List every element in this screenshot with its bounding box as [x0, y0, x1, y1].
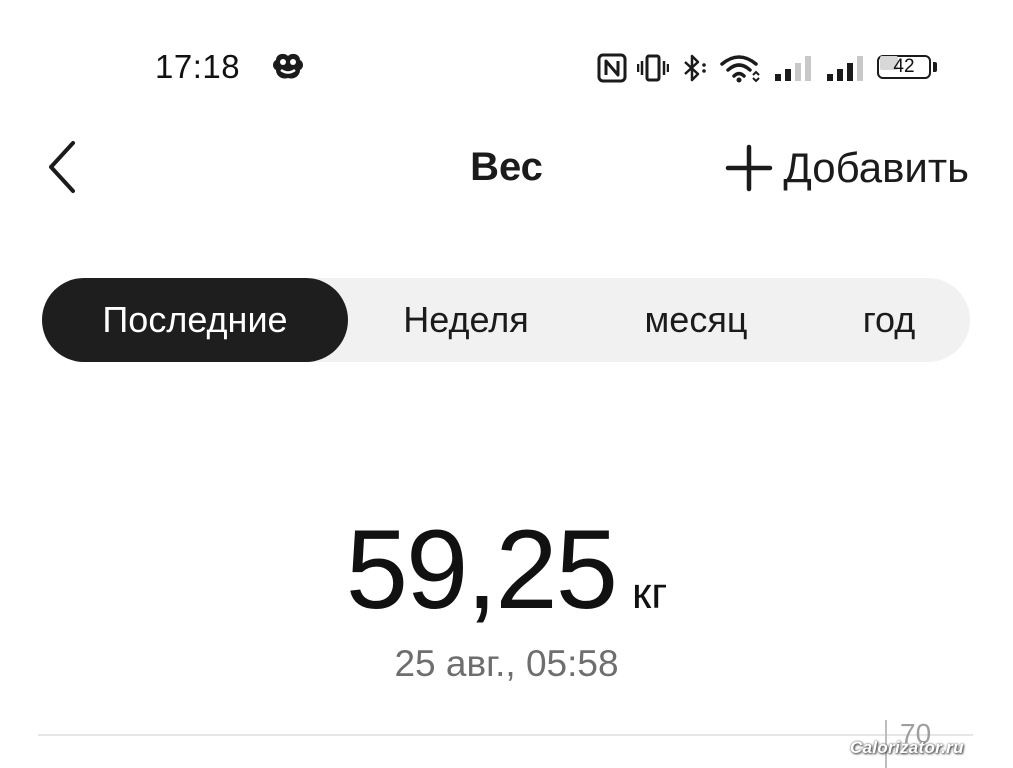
tab-recent[interactable]: Последние — [42, 278, 348, 362]
nfc-icon — [597, 53, 627, 83]
status-time: 17:18 — [155, 48, 241, 85]
battery-icon: 42 — [877, 53, 939, 83]
bluetooth-icon — [679, 53, 709, 83]
app-badge-icon — [270, 50, 306, 84]
weight-value: 59,25 — [345, 507, 618, 632]
signal-icon — [773, 53, 815, 83]
wifi-icon — [719, 53, 763, 83]
chevron-left-icon — [49, 141, 75, 193]
status-icons: 42 — [597, 50, 939, 86]
tab-week[interactable]: Неделя — [348, 278, 584, 362]
tab-month[interactable]: месяц — [584, 278, 808, 362]
current-weight: 59,25 кг — [0, 505, 1013, 634]
weight-unit: кг — [631, 569, 668, 618]
signal-icon — [825, 53, 867, 83]
battery-level: 42 — [893, 56, 915, 77]
back-button[interactable] — [38, 135, 90, 199]
period-tabs: Последние Неделя месяц год — [42, 278, 970, 362]
add-button-label: Добавить — [783, 144, 969, 191]
chart-gridline — [38, 734, 973, 736]
measurement-timestamp: 25 авг., 05:58 — [394, 643, 619, 684]
status-bar: 17:18 42 — [0, 0, 1013, 120]
add-button[interactable]: Добавить — [725, 138, 969, 198]
plus-icon — [726, 144, 773, 192]
vibrate-icon — [637, 53, 669, 83]
watermark: Calorizator.ru — [850, 738, 964, 757]
tab-year[interactable]: год — [808, 278, 970, 362]
